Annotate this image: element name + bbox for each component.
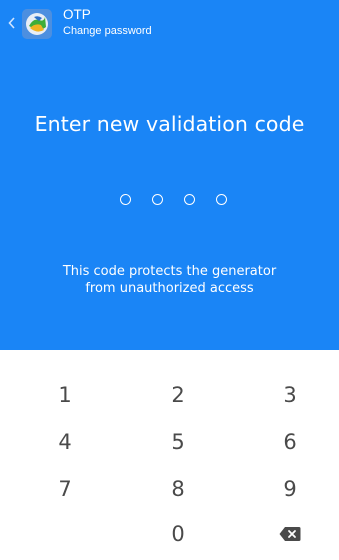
- metatrader-logo-icon: [22, 9, 52, 39]
- key-9[interactable]: 9: [250, 469, 330, 509]
- key-6[interactable]: 6: [250, 422, 330, 462]
- backspace-icon: [279, 527, 301, 541]
- code-entry-panel: Enter new validation code This code prot…: [0, 47, 339, 350]
- backspace-button[interactable]: [250, 514, 330, 554]
- key-1[interactable]: 1: [25, 375, 105, 415]
- code-description: This code protects the generator from un…: [0, 263, 339, 297]
- key-8[interactable]: 8: [138, 469, 218, 509]
- screen-subtitle: Change password: [63, 25, 152, 37]
- numeric-keypad: 1 2 3 4 5 6 7 8 9 0: [0, 350, 339, 560]
- pin-dot-2: [152, 194, 163, 205]
- key-7[interactable]: 7: [25, 469, 105, 509]
- key-3[interactable]: 3: [250, 375, 330, 415]
- screen-title: OTP: [63, 7, 91, 22]
- code-description-line-1: This code protects the generator: [62, 264, 277, 279]
- back-button[interactable]: [5, 12, 19, 34]
- app-logo: [22, 9, 52, 39]
- key-0[interactable]: 0: [138, 514, 218, 554]
- code-description-line-2: from unauthorized access: [85, 281, 254, 296]
- otp-screen: OTP Change password Enter new validation…: [0, 0, 339, 560]
- pin-indicator: [118, 192, 234, 212]
- key-4[interactable]: 4: [25, 422, 105, 462]
- pin-dot-4: [216, 194, 227, 205]
- key-5[interactable]: 5: [138, 422, 218, 462]
- chevron-left-icon: [8, 17, 15, 29]
- pin-dot-1: [120, 194, 131, 205]
- key-2[interactable]: 2: [138, 375, 218, 415]
- action-bar: OTP Change password: [0, 0, 339, 47]
- header-titles: OTP Change password: [63, 7, 152, 38]
- page-title: Enter new validation code: [34, 112, 305, 136]
- pin-dot-3: [184, 194, 195, 205]
